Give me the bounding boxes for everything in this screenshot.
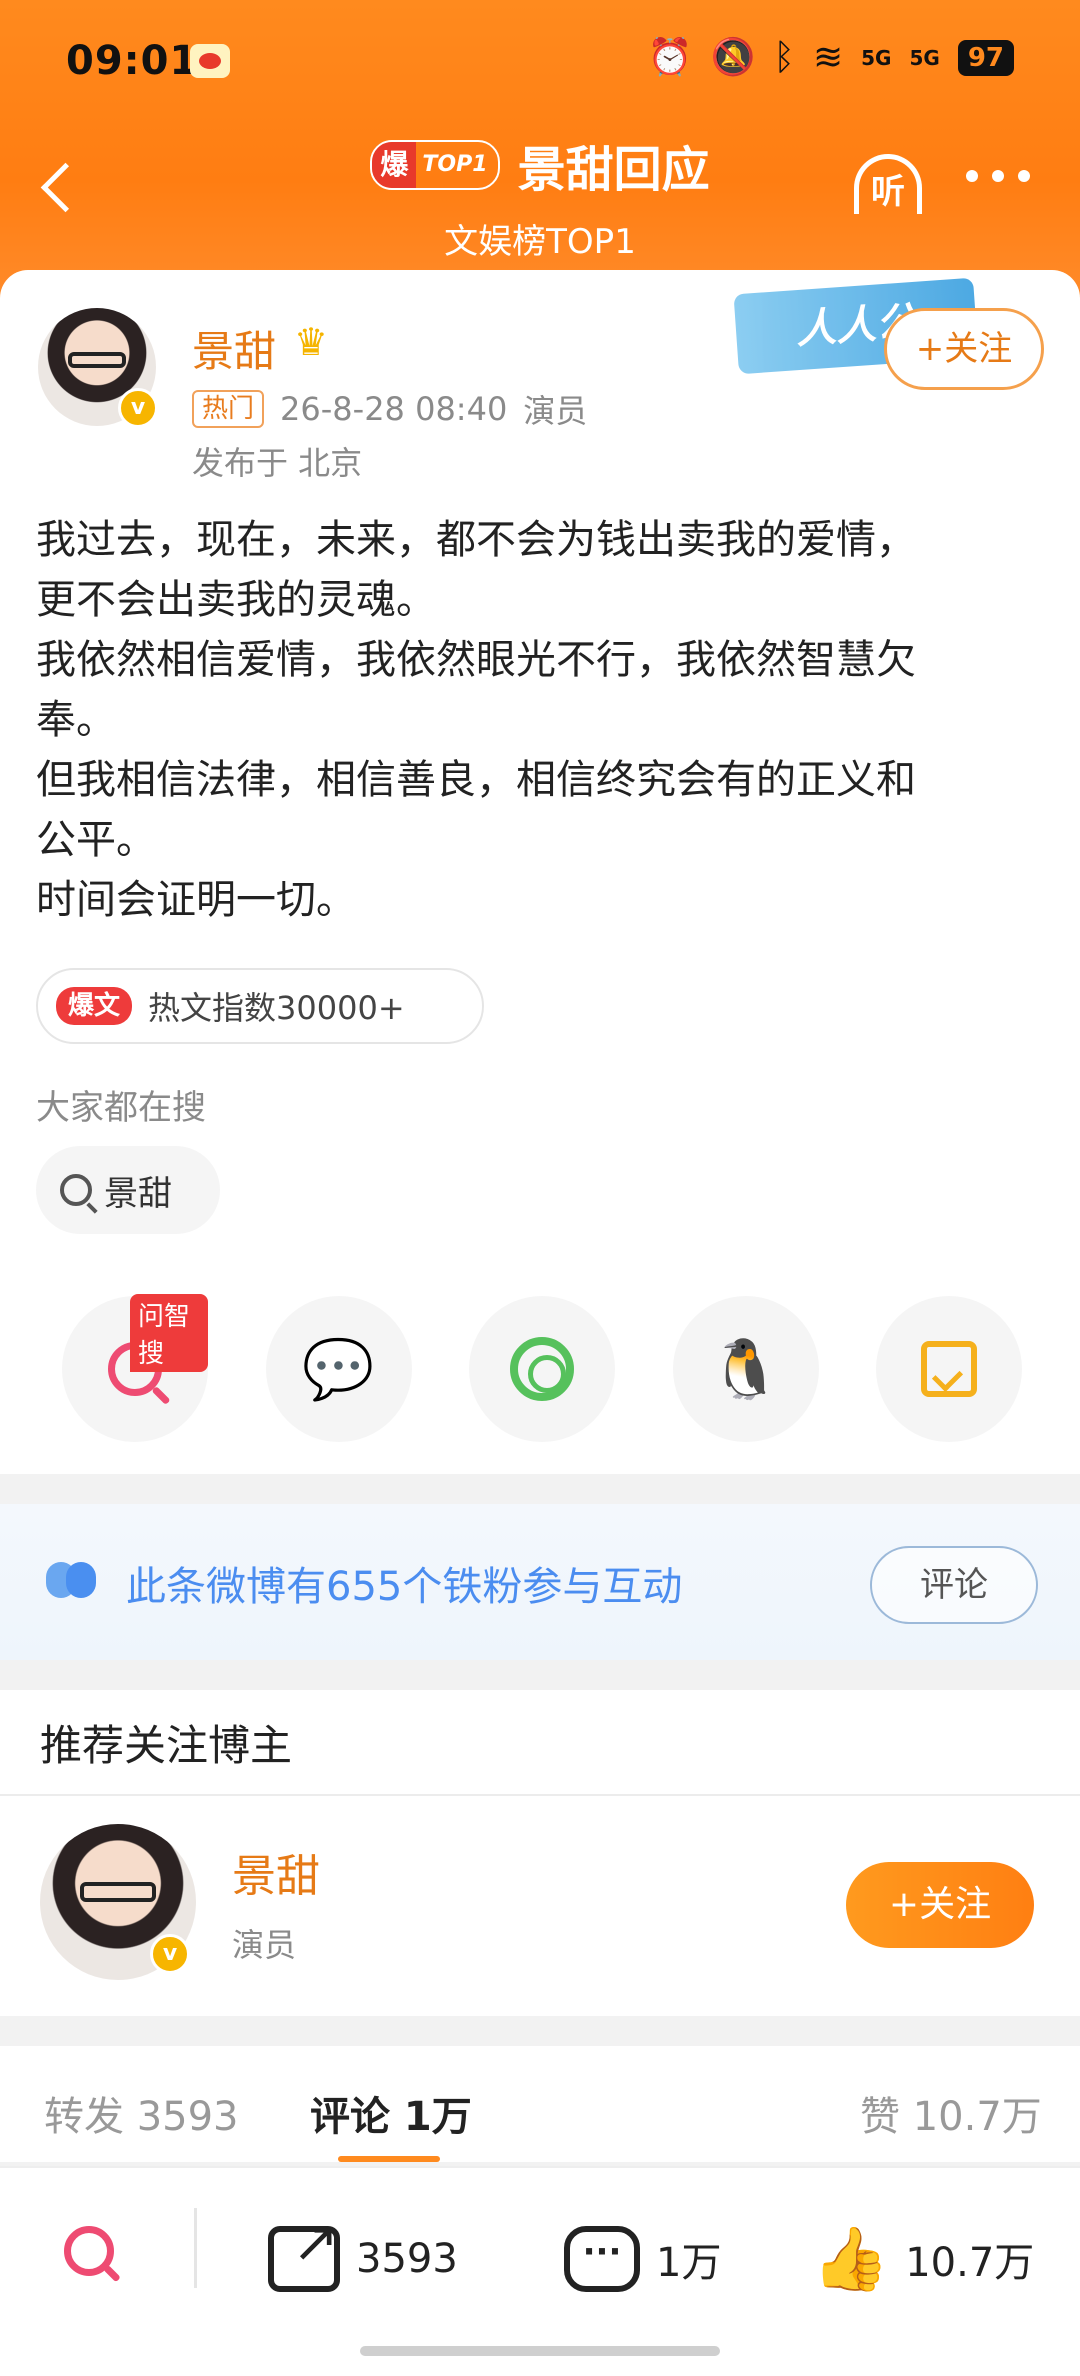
status-time: 09:01	[66, 38, 199, 84]
signal-5g-icon: 5G	[909, 46, 940, 70]
home-indicator[interactable]	[360, 2346, 720, 2356]
header: 09:01 ⏰ 🔕 ᛒ ≋ 5G 5G 97 爆 TOP1 景甜回应 文娱榜TO…	[0, 0, 1080, 300]
divider	[0, 1794, 1080, 1796]
post-line: 奉。	[36, 697, 116, 743]
divider	[194, 2208, 197, 2288]
search-icon	[60, 1174, 92, 1206]
comment-icon: ···	[564, 2226, 640, 2292]
post-line: 我依然相信爱情，我依然眼光不行，我依然智慧欠	[36, 637, 916, 683]
author-role: 演员	[523, 392, 588, 430]
tab-like[interactable]: 赞 10.7万	[860, 2084, 1042, 2142]
hot-article-badge: 爆文	[56, 987, 133, 1025]
status-icons: ⏰ 🔕 ᛒ ≋ 5G 5G 97	[648, 38, 1014, 78]
page-subtitle: 文娱榜TOP1	[444, 222, 636, 262]
fans-comment-button[interactable]: 评论	[870, 1546, 1038, 1624]
active-tab-indicator	[338, 2156, 440, 2162]
hot-index-pill[interactable]: 爆文 热文指数30000+	[36, 968, 484, 1044]
share-qq-button[interactable]: 🐧	[672, 1296, 819, 1442]
post-line: 时间会证明一切。	[36, 877, 356, 923]
mute-bell-icon: 🔕	[710, 37, 756, 78]
post-body: 我过去，现在，未来，都不会为钱出卖我的爱情， 更不会出卖我的灵魂。 我依然相信爱…	[36, 510, 1046, 930]
ai-search-icon	[64, 2226, 114, 2276]
more-icon[interactable]	[966, 170, 1030, 182]
avatar-glasses	[68, 352, 126, 368]
recommend-role: 演员	[232, 1926, 297, 1964]
repost-button[interactable]: 3593	[268, 2210, 458, 2292]
search-chip[interactable]: 景甜	[36, 1146, 220, 1234]
listen-button[interactable]: 听	[848, 150, 928, 220]
page-title: 景甜回应	[517, 142, 710, 198]
wechat-icon: 💬	[302, 1334, 375, 1403]
post-location: 发布于 北京	[192, 444, 363, 482]
moments-icon	[510, 1337, 574, 1401]
bottom-search-button[interactable]	[64, 2226, 114, 2276]
thumbs-up-icon: 👍	[812, 2222, 890, 2295]
share-moments-button[interactable]	[469, 1296, 615, 1442]
recommend-avatar[interactable]: v	[40, 1824, 196, 1980]
trending-search-label: 大家都在搜	[36, 1088, 206, 1128]
tab-comment[interactable]: 评论 1万	[310, 2084, 472, 2142]
save-image-button[interactable]	[876, 1296, 1022, 1442]
verified-badge-icon: v	[150, 1934, 190, 1974]
badge-bao: 爆	[372, 142, 417, 188]
verified-badge-icon: v	[118, 388, 158, 428]
fans-interaction-banner[interactable]: 此条微博有655个铁粉参与互动 评论	[0, 1504, 1080, 1660]
like-count: 10.7万	[905, 2240, 1035, 2286]
author-name[interactable]: 景甜	[192, 318, 276, 379]
search-chip-label: 景甜	[104, 1173, 172, 1214]
hot-tag: 热门	[192, 390, 265, 428]
post-line: 但我相信法律，相信善良，相信终究会有的正义和	[36, 757, 916, 803]
avatar-glasses	[80, 1882, 156, 1902]
recommend-name[interactable]: 景甜	[232, 1840, 320, 1904]
like-button[interactable]: 👍 10.7万	[812, 2226, 1034, 2292]
signal-5g-icon: 5G	[861, 46, 892, 70]
recommend-section: 推荐关注博主 v 景甜 演员 +关注	[0, 1690, 1080, 2016]
post-card: v 景甜 ♛ 热门 26-8-28 08:40 演员 发布于 北京 人人公 +关…	[0, 270, 1080, 1474]
repost-icon	[268, 2210, 340, 2292]
comment-button[interactable]: ··· 1万	[564, 2226, 721, 2292]
post-timestamp: 26-8-28 08:40	[280, 390, 508, 428]
bluetooth-icon: ᛒ	[773, 37, 795, 78]
avatar[interactable]: v	[38, 308, 158, 428]
recommend-title: 推荐关注博主	[40, 1721, 293, 1770]
tab-repost[interactable]: 转发 3593	[44, 2084, 239, 2142]
post-line: 我过去，现在，未来，都不会为钱出卖我的爱情，	[36, 517, 916, 563]
fans-logo-icon	[46, 1562, 98, 1598]
repost-count: 3593	[356, 2236, 458, 2282]
post-line: 公平。	[36, 817, 156, 863]
save-image-icon	[921, 1341, 977, 1397]
top1-badge: 爆 TOP1	[370, 140, 500, 190]
post-meta: 热门 26-8-28 08:40 演员	[192, 386, 587, 432]
listen-label: 听	[871, 172, 905, 212]
share-wechat-button[interactable]: 💬	[265, 1296, 412, 1442]
share-row: 问智搜 💬 🐧	[62, 1294, 1022, 1442]
wifi-icon: ≋	[812, 37, 844, 78]
follow-button[interactable]: +关注	[884, 308, 1044, 390]
weibo-notification-icon	[190, 44, 230, 78]
qq-icon: 🐧	[709, 1334, 782, 1403]
fans-interaction-text: 此条微博有655个铁粉参与互动	[126, 1564, 683, 1610]
crown-icon: ♛	[294, 320, 329, 364]
bottom-action-bar: 3593 ··· 1万 👍 10.7万	[0, 2166, 1080, 2376]
badge-top1: TOP1	[422, 152, 488, 177]
alarm-icon: ⏰	[647, 37, 693, 78]
ask-search-tag: 问智搜	[130, 1294, 208, 1372]
interaction-tabs: 转发 3593 评论 1万 赞 10.7万	[0, 2046, 1080, 2162]
comment-count: 1万	[656, 2240, 722, 2286]
post-line: 更不会出卖我的灵魂。	[36, 577, 436, 623]
recommend-follow-button[interactable]: +关注	[846, 1862, 1034, 1948]
hot-index-text: 热文指数30000+	[148, 989, 405, 1027]
battery-icon: 97	[957, 40, 1014, 76]
status-bar: 09:01 ⏰ 🔕 ᛒ ≋ 5G 5G 97	[0, 38, 1080, 88]
ask-search-button[interactable]: 问智搜	[62, 1294, 208, 1442]
